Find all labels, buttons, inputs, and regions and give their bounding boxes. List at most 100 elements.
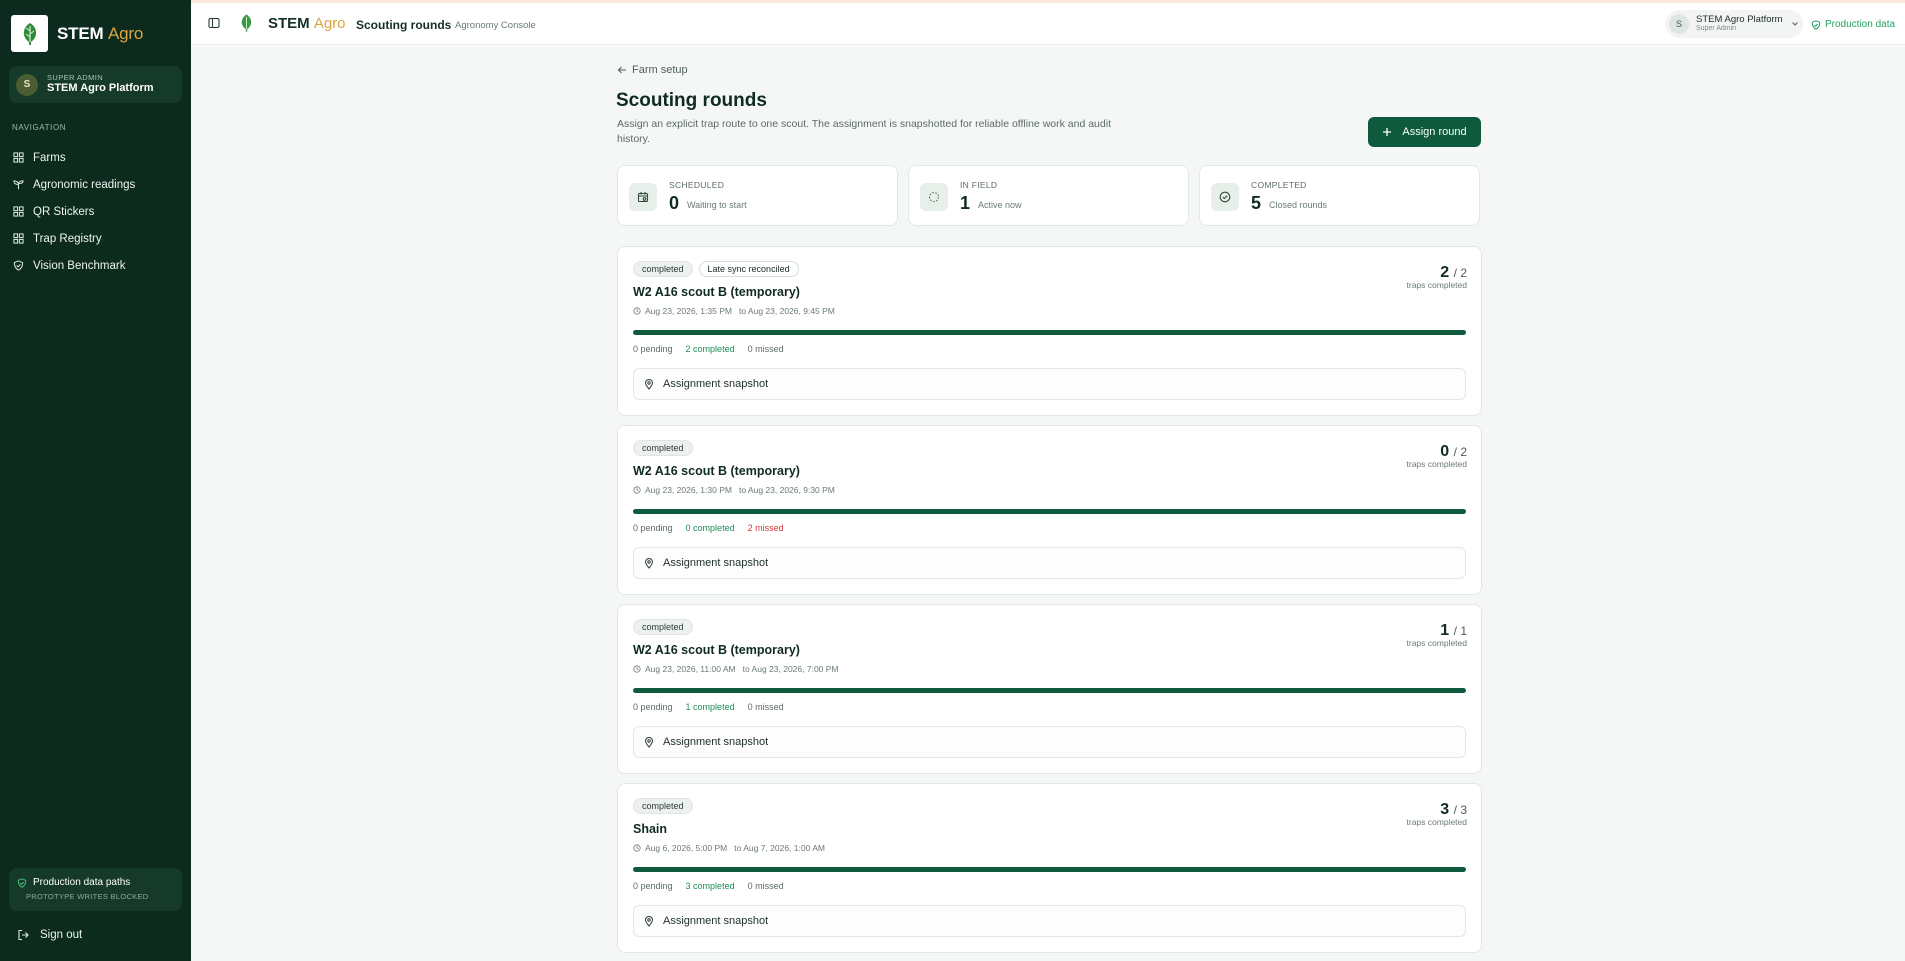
round-end: to Aug 23, 2026, 9:45 PM (738, 306, 835, 316)
pending-count: 0 pending (633, 344, 673, 354)
stat-description: Waiting to start (687, 200, 747, 210)
progress-bar (633, 330, 1466, 335)
brand[interactable]: STEM Agro (11, 15, 143, 52)
traps-count: 3 / 3 traps completed (1407, 801, 1467, 827)
sprout-icon (13, 180, 24, 190)
round-start: Aug 23, 2026, 1:30 PM (645, 485, 732, 495)
stat-value: 0 (669, 193, 680, 213)
brand-accent: Agro (313, 15, 346, 32)
sidebar-item-label: Trap Registry (33, 232, 102, 245)
missed-count: 0 missed (747, 702, 784, 712)
round-time: Aug 23, 2026, 11:00 AM to Aug 23, 2026, … (633, 664, 839, 674)
round-start: Aug 6, 2026, 5:00 PM (645, 843, 728, 853)
map-pin-icon (644, 915, 654, 927)
clock-icon (633, 486, 641, 494)
topbar-page-title: Scouting rounds (356, 18, 452, 32)
production-data-label: Production data (1825, 19, 1896, 30)
snapshot-label: Assignment snapshot (663, 915, 769, 927)
round-card[interactable]: completed Late sync reconciled W2 A16 sc… (617, 246, 1482, 416)
completed-count: 3 completed (685, 881, 735, 891)
assign-round-label: Assign round (1402, 126, 1467, 138)
sidebar-item-label: Vision Benchmark (33, 259, 126, 272)
grid-icon (13, 206, 24, 217)
traps-done: 0 (1440, 443, 1450, 460)
shield-check-icon (17, 877, 27, 888)
assignment-snapshot-toggle[interactable]: Assignment snapshot (633, 547, 1466, 579)
pending-count: 0 pending (633, 523, 673, 533)
leaf-logo-icon (11, 15, 48, 52)
sign-out-label: Sign out (40, 929, 83, 941)
traps-count: 2 / 2 traps completed (1407, 264, 1467, 290)
round-end: to Aug 7, 2026, 1:00 AM (734, 843, 825, 853)
page-title: Scouting rounds (616, 90, 767, 111)
shield-check-icon (13, 260, 24, 271)
progress-bar (633, 509, 1466, 514)
round-time: Aug 6, 2026, 5:00 PM to Aug 7, 2026, 1:0… (633, 843, 825, 853)
completed-count: 0 completed (685, 523, 735, 533)
stat-card-in-field: IN FIELD 1 Active now (908, 165, 1189, 226)
topbar-brand[interactable]: STEM Agro (268, 15, 346, 32)
round-card[interactable]: completed W2 A16 scout B (temporary) Aug… (617, 604, 1482, 774)
arrow-left-icon (617, 66, 626, 74)
chevron-down-icon (1791, 22, 1798, 26)
traps-count: 1 / 1 traps completed (1407, 622, 1467, 648)
user-role: Super Admin (1696, 25, 1737, 33)
missed-count: 2 missed (747, 523, 784, 533)
snapshot-label: Assignment snapshot (663, 557, 769, 569)
stat-card-scheduled: SCHEDULED 0 Waiting to start (617, 165, 898, 226)
sidebar-item-farms[interactable]: Farms (0, 144, 191, 171)
brand-name: STEM Agro (57, 24, 143, 44)
missed-count: 0 missed (747, 881, 784, 891)
plus-icon (1383, 128, 1392, 136)
round-name: W2 A16 scout B (temporary) (633, 643, 800, 657)
traps-total: / 2 (1453, 445, 1467, 459)
assignment-snapshot-toggle[interactable]: Assignment snapshot (633, 726, 1466, 758)
sidebar: STEM Agro S SUPER ADMIN STEM Agro Platfo… (0, 0, 191, 961)
sidebar-item-agronomic-readings[interactable]: Agronomic readings (0, 171, 191, 198)
sign-out-button[interactable]: Sign out (17, 929, 82, 941)
stat-value: 5 (1251, 193, 1262, 213)
production-paths-title: Production data paths (33, 877, 131, 888)
sidebar-item-trap-registry[interactable]: Trap Registry (0, 225, 191, 252)
map-pin-icon (644, 378, 654, 390)
round-name: Shain (633, 822, 668, 836)
round-start: Aug 23, 2026, 1:35 PM (645, 306, 732, 316)
round-card[interactable]: completed Shain Aug 6, 2026, 5:00 PM to … (617, 783, 1482, 953)
round-end: to Aug 23, 2026, 9:30 PM (738, 485, 835, 495)
user-name: STEM Agro Platform (47, 82, 154, 95)
traps-done: 2 (1440, 264, 1450, 281)
assignment-snapshot-toggle[interactable]: Assignment snapshot (633, 368, 1466, 400)
sidebar-user-card[interactable]: S SUPER ADMIN STEM Agro Platform (9, 66, 182, 103)
clock-icon (633, 307, 641, 315)
brand-accent: Agro (107, 23, 144, 43)
grid-icon (13, 152, 24, 163)
traps-total: / 2 (1453, 266, 1467, 280)
sidebar-toggle-button[interactable] (208, 16, 220, 34)
status-badge: completed (633, 261, 693, 277)
traps-done: 1 (1440, 622, 1450, 639)
round-time: Aug 23, 2026, 1:35 PM to Aug 23, 2026, 9… (633, 306, 835, 316)
loader-icon (920, 183, 948, 211)
round-time: Aug 23, 2026, 1:30 PM to Aug 23, 2026, 9… (633, 485, 835, 495)
round-name: W2 A16 scout B (temporary) (633, 285, 800, 299)
user-menu-button[interactable]: S STEM Agro Platform Super Admin (1665, 10, 1803, 38)
sidebar-item-qr-stickers[interactable]: QR Stickers (0, 198, 191, 225)
assignment-snapshot-toggle[interactable]: Assignment snapshot (633, 905, 1466, 937)
sidebar-item-vision-benchmark[interactable]: Vision Benchmark (0, 252, 191, 279)
production-paths-subtitle: PROTOTYPE WRITES BLOCKED (26, 892, 149, 901)
avatar: S (16, 73, 38, 96)
back-link[interactable]: Farm setup (617, 64, 688, 76)
completed-count: 2 completed (685, 344, 735, 354)
round-name: W2 A16 scout B (temporary) (633, 464, 800, 478)
traps-total: / 1 (1453, 624, 1467, 638)
main-content: Farm setup Scouting rounds Assign an exp… (191, 46, 1905, 961)
stat-value: 1 (960, 193, 971, 213)
sidebar-toggle-icon (208, 17, 220, 29)
sidebar-item-label: Farms (33, 151, 66, 164)
check-circle-icon (1211, 183, 1239, 211)
round-card[interactable]: completed W2 A16 scout B (temporary) Aug… (617, 425, 1482, 595)
round-start: Aug 23, 2026, 11:00 AM (645, 664, 736, 674)
assign-round-button[interactable]: Assign round (1368, 117, 1481, 147)
brand-main: STEM (57, 23, 104, 43)
production-data-badge: Production data (1811, 19, 1895, 30)
